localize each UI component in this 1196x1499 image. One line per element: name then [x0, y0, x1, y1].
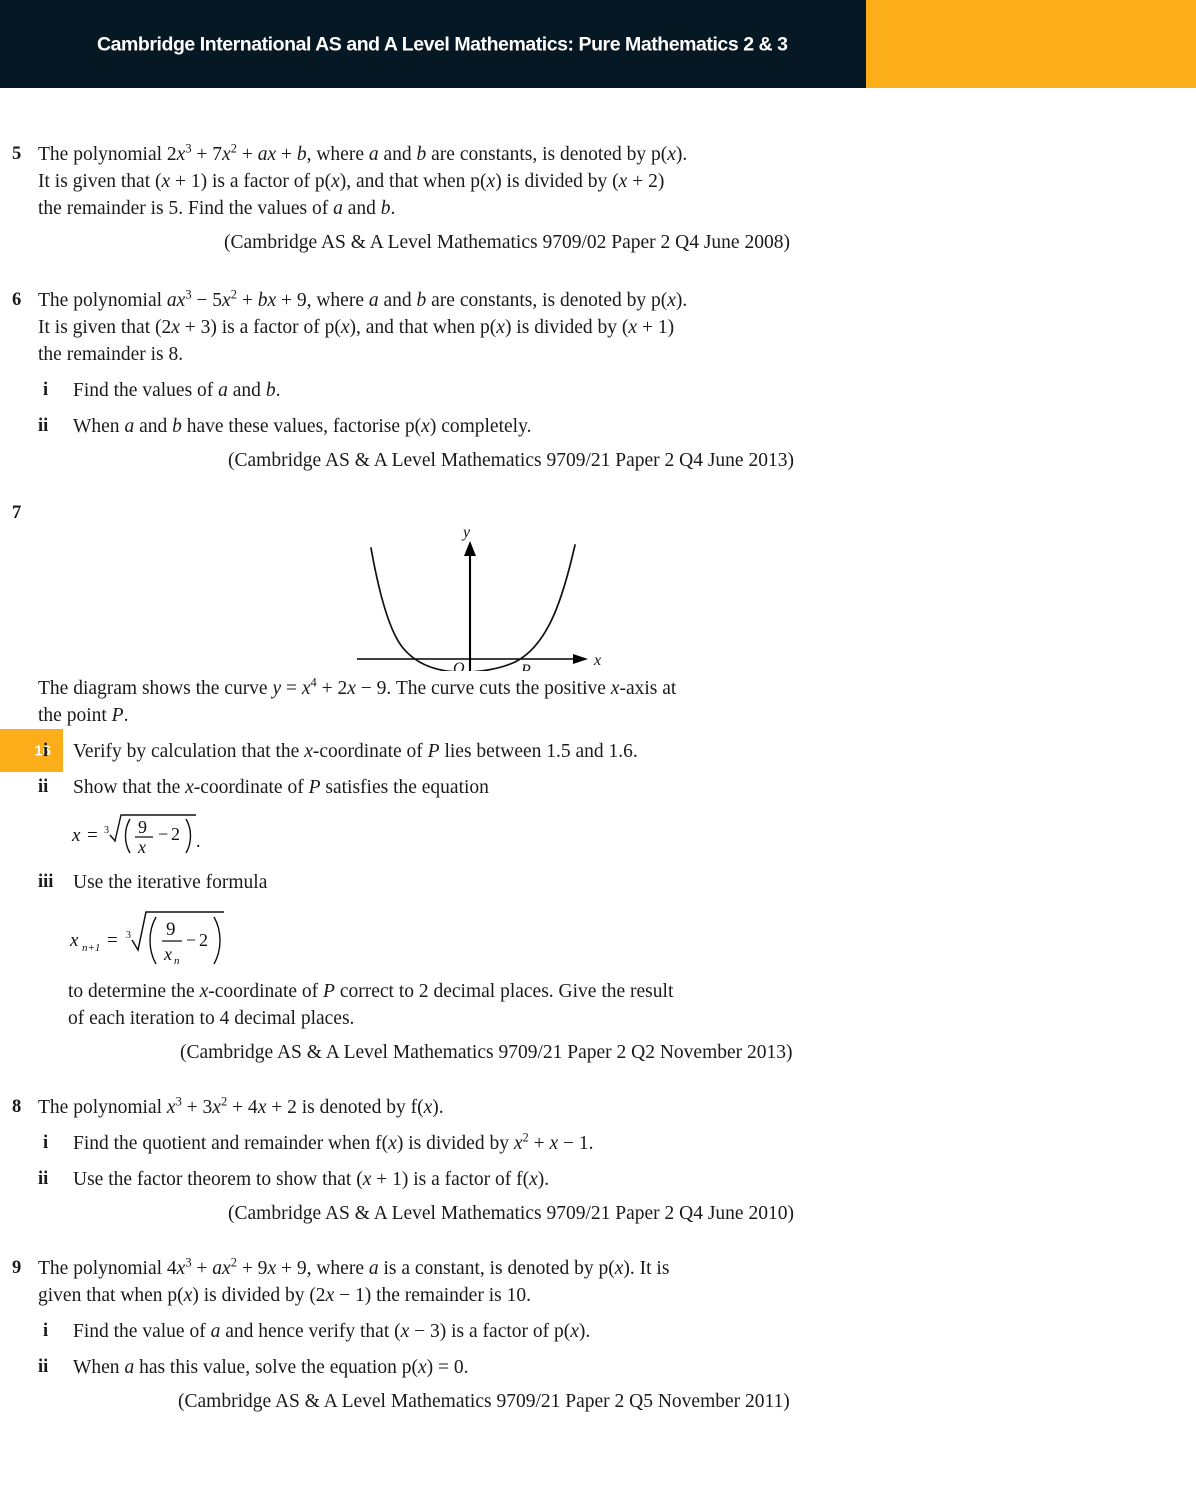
question-tail: to determine the x-coordinate of P corre…: [38, 978, 738, 1032]
question-line: It is given that (x + 1) is a factor of …: [38, 171, 665, 192]
formula-terminator: .: [196, 831, 201, 851]
part-label: i: [43, 380, 49, 400]
formula-iterative-equation: x n+1 = 3 9 x n − 2: [38, 904, 738, 976]
question-citation: (Cambridge AS & A Level Mathematics 9709…: [178, 1391, 790, 1412]
question-number: 9: [12, 1258, 22, 1278]
part-label: ii: [38, 416, 49, 436]
question-line: The polynomial ax3 − 5x2 + bx + 9, where…: [38, 287, 688, 311]
part-text: Find the quotient and remainder when f(x…: [73, 1130, 594, 1154]
question-6: 6 The polynomial ax3 − 5x2 + bx + 9, whe…: [0, 287, 1196, 474]
question-part: i Find the quotient and remainder when f…: [38, 1130, 738, 1157]
question-line: the point P.: [38, 705, 129, 726]
part-label: i: [43, 741, 49, 761]
minus-sign: −: [158, 824, 168, 844]
page-header: Cambridge International AS and A Level M…: [0, 0, 1196, 88]
radical-sign: [131, 911, 224, 953]
radical-index: 3: [104, 825, 109, 836]
y-axis-label: y: [461, 524, 471, 541]
left-paren: [124, 818, 131, 854]
question-line: The polynomial 4x3 + ax2 + 9x + 9, where…: [38, 1255, 670, 1279]
y-axis-arrow: [464, 541, 476, 556]
question-citation: (Cambridge AS & A Level Mathematics 9709…: [228, 1203, 794, 1224]
fraction-numerator: 9: [166, 919, 176, 940]
part-text: When a and b have these values, factoris…: [73, 416, 532, 437]
part-text: Verify by calculation that the x-coordin…: [73, 741, 638, 762]
question-line: the remainder is 8.: [38, 344, 184, 365]
part-label: iii: [38, 872, 54, 892]
x-axis-label: x: [593, 652, 601, 669]
fraction-numerator: 9: [138, 817, 147, 837]
question-9: 9 The polynomial 4x3 + ax2 + 9x + 9, whe…: [0, 1255, 1196, 1415]
right-paren: [185, 818, 192, 854]
question-line: The polynomial x3 + 3x2 + 4x + 2 is deno…: [38, 1094, 444, 1118]
question-text: The polynomial 2x3 + 7x2 + ax + b, where…: [38, 141, 738, 222]
question-5: 5 The polynomial 2x3 + 7x2 + ax + b, whe…: [0, 141, 1196, 256]
question-citation: (Cambridge AS & A Level Mathematics 9709…: [224, 232, 790, 253]
question-8: 8 The polynomial x3 + 3x2 + 4x + 2 is de…: [0, 1094, 1196, 1227]
part-text: Find the values of a and b.: [73, 380, 281, 401]
fraction-denominator: x: [137, 837, 146, 857]
point-p-label: P: [520, 662, 531, 671]
formula-equals: =: [107, 930, 118, 951]
question-number: 6: [12, 290, 22, 310]
question-text: The polynomial ax3 − 5x2 + bx + 9, where…: [38, 287, 738, 440]
question-text: The polynomial 4x3 + ax2 + 9x + 9, where…: [38, 1255, 738, 1381]
left-paren: [149, 916, 157, 965]
part-label: ii: [38, 777, 49, 797]
part-label: i: [43, 1321, 49, 1341]
book-title: Cambridge International AS and A Level M…: [97, 33, 788, 56]
part-text: Find the value of a and hence verify tha…: [73, 1321, 591, 1342]
question-line: given that when p(x) is divided by (2x −…: [38, 1285, 531, 1306]
question-part: ii When a and b have these values, facto…: [38, 413, 738, 440]
question-line: the remainder is 5. Find the values of a…: [38, 198, 396, 219]
formula-equals: =: [87, 825, 98, 846]
question-part: ii Show that the x-coordinate of P satis…: [38, 774, 738, 801]
question-part: ii When a has this value, solve the equa…: [38, 1354, 738, 1381]
question-line: of each iteration to 4 decimal places.: [68, 1008, 355, 1029]
question-line: to determine the x-coordinate of P corre…: [68, 981, 674, 1002]
question-part: iii Use the iterative formula: [38, 869, 738, 896]
question-citation: (Cambridge AS & A Level Mathematics 9709…: [180, 1042, 793, 1063]
question-text: The diagram shows the curve y = x4 + 2x …: [38, 675, 738, 1032]
question-7: 7 O P x y The diagram shows the curve y …: [0, 500, 1196, 1066]
x-axis-arrow: [573, 654, 588, 664]
part-text: Use the iterative formula: [73, 872, 268, 893]
part-text: When a has this value, solve the equatio…: [73, 1357, 469, 1378]
formula-2-svg: x n+1 = 3 9 x n − 2: [69, 911, 224, 967]
question-line: The polynomial 2x3 + 7x2 + ax + b, where…: [38, 141, 688, 165]
formula-lhs: x: [71, 825, 81, 846]
question-citation: (Cambridge AS & A Level Mathematics 9709…: [228, 450, 794, 471]
curve-diagram: O P x y: [0, 521, 1196, 671]
question-line: The diagram shows the curve y = x4 + 2x …: [38, 675, 677, 699]
right-paren: [213, 916, 221, 965]
question-text: The polynomial x3 + 3x2 + 4x + 2 is deno…: [38, 1094, 738, 1193]
part-label: i: [43, 1133, 49, 1153]
part-text: Use the factor theorem to show that (x +…: [73, 1169, 550, 1190]
formula-1-svg: x = 3 9 x − 2 .: [71, 814, 201, 857]
question-part: i Find the values of a and b.: [38, 377, 738, 404]
part-label: ii: [38, 1169, 49, 1189]
part-text: Show that the x-coordinate of P satisfie…: [73, 777, 489, 798]
fraction-denominator-base: x: [163, 944, 172, 964]
origin-label: O: [453, 660, 465, 671]
question-number: 8: [12, 1097, 22, 1117]
formula-lhs-subscript: n+1: [82, 942, 100, 954]
formula-cube-root-equation: x = 3 9 x − 2 .: [38, 807, 738, 865]
formula-lhs-base: x: [69, 930, 79, 951]
fraction-denominator-subscript: n: [174, 955, 180, 967]
question-part: i Find the value of a and hence verify t…: [38, 1318, 738, 1345]
constant-term: 2: [199, 930, 208, 950]
question-line: It is given that (2x + 3) is a factor of…: [38, 317, 675, 338]
quartic-curve: [370, 544, 576, 671]
page-content: 5 The polynomial 2x3 + 7x2 + ax + b, whe…: [0, 88, 1196, 1415]
curve-diagram-svg: O P x y: [357, 524, 601, 671]
question-part: i Verify by calculation that the x-coord…: [38, 738, 738, 765]
part-label: ii: [38, 1357, 49, 1377]
constant-term: 2: [171, 824, 180, 844]
question-part: ii Use the factor theorem to show that (…: [38, 1166, 738, 1193]
radical-index: 3: [126, 930, 131, 941]
minus-sign: −: [186, 930, 196, 950]
question-number: 5: [12, 144, 22, 164]
header-orange-band: [866, 0, 1196, 88]
